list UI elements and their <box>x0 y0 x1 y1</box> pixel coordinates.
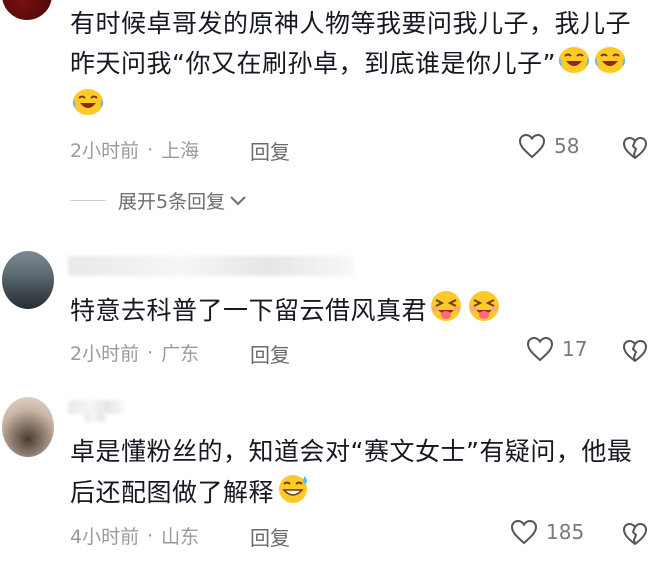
like-button[interactable]: 17 <box>526 336 587 362</box>
avatar[interactable] <box>2 0 52 20</box>
laugh-cry-emoji <box>557 44 591 86</box>
comment-text: 特意去科普了一下留云借风真君 <box>70 290 650 334</box>
dislike-button[interactable] <box>622 136 648 164</box>
heart-outline-icon <box>510 519 538 545</box>
broken-heart-icon <box>623 340 647 362</box>
divider <box>70 200 106 201</box>
comment-time: 2小时前 <box>70 343 140 365</box>
like-button[interactable]: 58 <box>518 133 579 159</box>
expand-replies-button[interactable]: 展开5条回复 <box>70 187 247 214</box>
username[interactable] <box>68 256 354 276</box>
comment-time: 4小时前 <box>70 526 140 548</box>
wink-tongue-emoji <box>466 290 502 334</box>
like-count: 17 <box>562 337 588 361</box>
dislike-button[interactable] <box>622 522 648 550</box>
like-count: 58 <box>554 134 580 158</box>
comment-location: 上海 <box>161 140 200 162</box>
reply-button[interactable]: 回复 <box>250 522 290 551</box>
chevron-down-icon <box>230 195 246 205</box>
heart-outline-icon <box>526 336 554 362</box>
avatar[interactable] <box>2 251 54 309</box>
comment-time: 2小时前 <box>70 140 140 162</box>
wink-tongue-emoji <box>428 290 464 334</box>
reply-button[interactable]: 回复 <box>250 136 290 165</box>
broken-heart-icon <box>623 523 647 545</box>
comment-meta: 4小时前 · 山东 <box>70 522 199 549</box>
comment-text: 有时候卓哥发的原神人物等我要问我儿子，我儿子 昨天问我“你又在刷孙卓，到底谁是你… <box>70 4 650 128</box>
reply-button[interactable]: 回复 <box>250 339 290 368</box>
dislike-button[interactable] <box>622 339 648 367</box>
heart-outline-icon <box>518 133 546 159</box>
comment-location: 广东 <box>161 343 200 365</box>
like-button[interactable]: 185 <box>510 519 584 545</box>
avatar[interactable] <box>2 397 54 457</box>
username-detail <box>84 412 108 422</box>
comment-location: 山东 <box>161 526 200 548</box>
like-count: 185 <box>546 520 585 544</box>
grin-sweat-emoji <box>275 472 311 516</box>
laugh-cry-emoji <box>71 86 105 128</box>
expand-replies-label: 展开5条回复 <box>118 191 226 213</box>
comment-meta: 2小时前 · 广东 <box>70 339 199 366</box>
broken-heart-icon <box>623 137 647 159</box>
comment-meta: 2小时前 · 上海 <box>70 136 199 163</box>
comment-text: 卓是懂粉丝的，知道会对“赛文女士”有疑问，他最 后还配图做了解释 <box>70 432 655 516</box>
laugh-cry-emoji <box>593 44 627 86</box>
